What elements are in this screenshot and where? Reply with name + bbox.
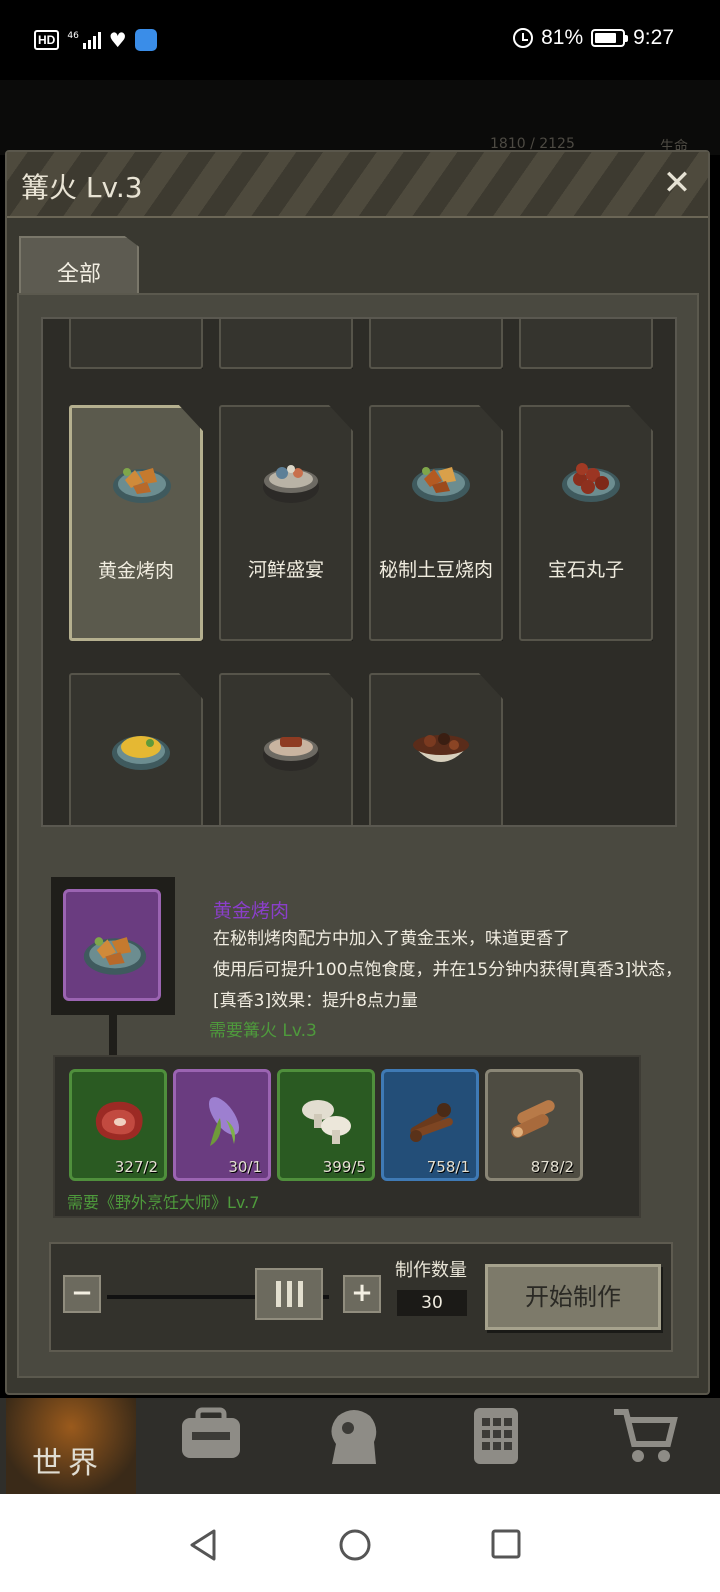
recipe-card-river-feast[interactable]: 河鲜盛宴 — [219, 405, 353, 641]
recipe-name: 宝石丸子 — [547, 559, 624, 581]
tree-connector — [109, 1015, 117, 1055]
game-bottom-nav: 世界 — [0, 1398, 720, 1494]
desc-line: [真香3]效果：提升8点力量 — [213, 991, 418, 1011]
phone-icon[interactable] — [462, 1406, 532, 1466]
material-steak[interactable]: 327/2 — [69, 1069, 167, 1181]
recipe-card-hidden[interactable] — [69, 319, 203, 369]
quantity-value[interactable]: 30 — [397, 1290, 467, 1316]
recipe-card-potato-meat[interactable]: 秘制土豆烧肉 — [369, 405, 503, 641]
river-seafood-feast-icon — [263, 465, 319, 503]
omelette-dish-icon — [112, 736, 170, 770]
recipe-card-omelette[interactable] — [69, 673, 203, 825]
tab-all[interactable]: 全部 — [19, 236, 139, 296]
nav-world[interactable]: 世界 — [6, 1398, 136, 1494]
shop-cart-icon[interactable] — [610, 1406, 680, 1466]
desc-line: 使用后可提升100点饱食度，并在15分钟内获得[真香3]状态， — [213, 960, 683, 980]
item-name: 黄金烤肉 — [213, 900, 290, 922]
quantity-slider-handle[interactable] — [255, 1268, 323, 1320]
golden-roast-meat-icon — [83, 937, 147, 975]
mushroom-icon — [302, 1100, 351, 1144]
material-spices[interactable]: 758/1 — [381, 1069, 479, 1181]
material-firewood[interactable]: 878/2 — [485, 1069, 583, 1181]
material-count: 758/1 — [426, 1158, 470, 1176]
recipe-card-golden-roast[interactable]: 黄金烤肉 — [69, 405, 203, 641]
recipe-card-meatballs[interactable]: 宝石丸子 — [519, 405, 653, 641]
corn-icon — [208, 1097, 240, 1146]
backpack-icon[interactable] — [176, 1406, 246, 1466]
material-count: 30/1 — [228, 1158, 262, 1176]
selected-item-frame — [51, 877, 175, 1015]
alarm-icon — [513, 28, 534, 48]
system-nav-bar — [0, 1494, 720, 1592]
selected-item-icon — [63, 889, 161, 1001]
recipe-card-mushroom-bowl[interactable] — [369, 673, 503, 825]
status-bar: HD 46 ♥ 81% 9:27 — [0, 0, 720, 80]
panel-content: 黄金烤肉 河鲜盛宴 秘制土豆烧肉 宝石丸子 黄金烤肉 在秘制烤肉配方中加入了黄金… — [17, 293, 699, 1378]
start-crafting-button[interactable]: 开始制作 — [485, 1264, 661, 1330]
desc-line: 在秘制烤肉配方中加入了黄金玉米，味道更香了 — [213, 929, 570, 949]
skill-requirement: 需要《野外烹饪大师》Lv.7 — [67, 1193, 260, 1212]
mushroom-bowl-icon — [413, 733, 469, 762]
material-count: 327/2 — [114, 1158, 158, 1176]
spices-icon — [410, 1103, 453, 1142]
close-icon[interactable]: ✕ — [660, 166, 694, 200]
battery-icon — [591, 29, 629, 47]
app-notification-icon — [134, 29, 157, 51]
material-count: 878/2 — [530, 1158, 574, 1176]
game-background: 1810 / 2125 生命 — [0, 80, 720, 155]
recipe-grid[interactable]: 黄金烤肉 河鲜盛宴 秘制土豆烧肉 宝石丸子 — [41, 317, 677, 827]
recipe-name: 秘制土豆烧肉 — [378, 559, 493, 581]
recipe-card-hidden[interactable] — [219, 319, 353, 369]
material-mushroom[interactable]: 399/5 — [277, 1069, 375, 1181]
item-description: 在秘制烤肉配方中加入了黄金玉米，味道更香了 使用后可提升100点饱食度，并在15… — [213, 924, 683, 1017]
meat-stew-pot-icon — [263, 737, 319, 771]
skills-head-icon[interactable] — [318, 1406, 388, 1466]
back-icon[interactable] — [188, 1528, 218, 1562]
recipe-card-hidden[interactable] — [369, 319, 503, 369]
craft-bar: − + 制作数量 30 开始制作 — [49, 1242, 673, 1352]
golden-roast-meat-icon — [113, 468, 171, 503]
network-type: 46 — [67, 31, 79, 41]
meatball-dish-icon — [562, 463, 620, 502]
recents-icon[interactable] — [490, 1528, 522, 1560]
decrease-quantity-button[interactable]: − — [63, 1275, 101, 1313]
signal-icon: 46 — [67, 31, 101, 49]
panel-titlebar: 篝火 Lv.3 ✕ — [7, 152, 708, 218]
firewood-icon — [511, 1100, 555, 1138]
nav-world-label: 世界 — [32, 1446, 104, 1481]
campfire-panel: 篝火 Lv.3 ✕ 全部 黄金烤肉 河鲜盛宴 秘制土豆烧肉 宝石丸子 黄金烤肉 … — [5, 150, 710, 1395]
quantity-label: 制作数量 — [395, 1260, 467, 1281]
heartbeat-icon: ♥ — [108, 28, 127, 52]
potato-braised-meat-icon — [412, 467, 470, 502]
recipe-name: 黄金烤肉 — [97, 560, 174, 582]
material-corn[interactable]: 30/1 — [173, 1069, 271, 1181]
recipe-card-meat-stew[interactable] — [219, 673, 353, 825]
battery-percent: 81% — [541, 26, 584, 49]
materials-panel: 327/2 30/1 399/5 758/1 878/2 需要《野外烹饪大师》L… — [53, 1055, 641, 1218]
increase-quantity-button[interactable]: + — [343, 1275, 381, 1313]
home-icon[interactable] — [338, 1528, 372, 1562]
hd-indicator: HD — [34, 30, 60, 50]
recipe-card-hidden[interactable] — [519, 319, 653, 369]
material-count: 399/5 — [322, 1158, 366, 1176]
level-requirement: 需要篝火 Lv.3 — [209, 1021, 317, 1041]
steak-icon — [95, 1101, 143, 1141]
clock: 9:27 — [633, 26, 674, 49]
recipe-name: 河鲜盛宴 — [247, 559, 324, 581]
panel-title: 篝火 Lv.3 — [21, 171, 143, 204]
